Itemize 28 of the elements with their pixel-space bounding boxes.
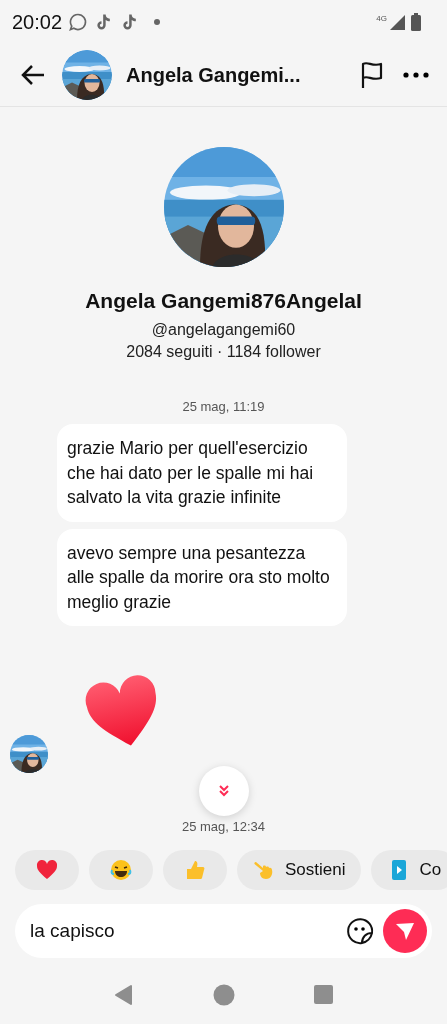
message-bubble: grazie Mario per quell'esercizio che hai dato per le spalle mi hai salvato la vita grazie infinite bbox=[57, 424, 347, 522]
sticker-face-icon[interactable] bbox=[345, 916, 375, 946]
laughing-face-icon bbox=[109, 858, 133, 882]
chat-title: Angela Gangemi... bbox=[126, 63, 302, 87]
home-nav-icon[interactable] bbox=[212, 984, 235, 1006]
send-icon bbox=[394, 920, 416, 942]
quick-reply-chip[interactable]: Co bbox=[371, 850, 447, 890]
network-type: 4G bbox=[376, 14, 387, 23]
profile-stats: 2084 seguiti · 1184 follower bbox=[126, 343, 321, 361]
dot-icon bbox=[154, 19, 161, 25]
message-time: 25 mag, 11:19 bbox=[182, 399, 265, 414]
chat-app-icon bbox=[68, 12, 89, 32]
signal-icon bbox=[389, 14, 405, 30]
clock-time: 20:02 bbox=[12, 10, 63, 34]
back-nav-icon[interactable] bbox=[112, 984, 135, 1006]
message-input[interactable]: la capisco bbox=[30, 920, 345, 942]
profile-handle: @angelagangemi60 bbox=[151, 321, 296, 339]
double-chevron-down-icon bbox=[218, 785, 230, 797]
profile-name: Angela Gangemi876AngelaI bbox=[85, 289, 362, 313]
recents-nav-icon[interactable] bbox=[312, 984, 335, 1006]
message-time: 25 mag, 12:34 bbox=[181, 819, 266, 834]
send-button[interactable] bbox=[383, 909, 427, 953]
battery-icon bbox=[411, 13, 421, 31]
heart-icon bbox=[35, 858, 59, 882]
quick-reply-chip[interactable]: Sostieni bbox=[237, 850, 362, 890]
quick-reply-chip[interactable] bbox=[89, 850, 153, 890]
message-bubble: avevo sempre una pesantezza alle spalle da morire ora sto molto meglio grazie bbox=[57, 528, 347, 626]
message-field[interactable]: la capisco bbox=[15, 904, 432, 958]
